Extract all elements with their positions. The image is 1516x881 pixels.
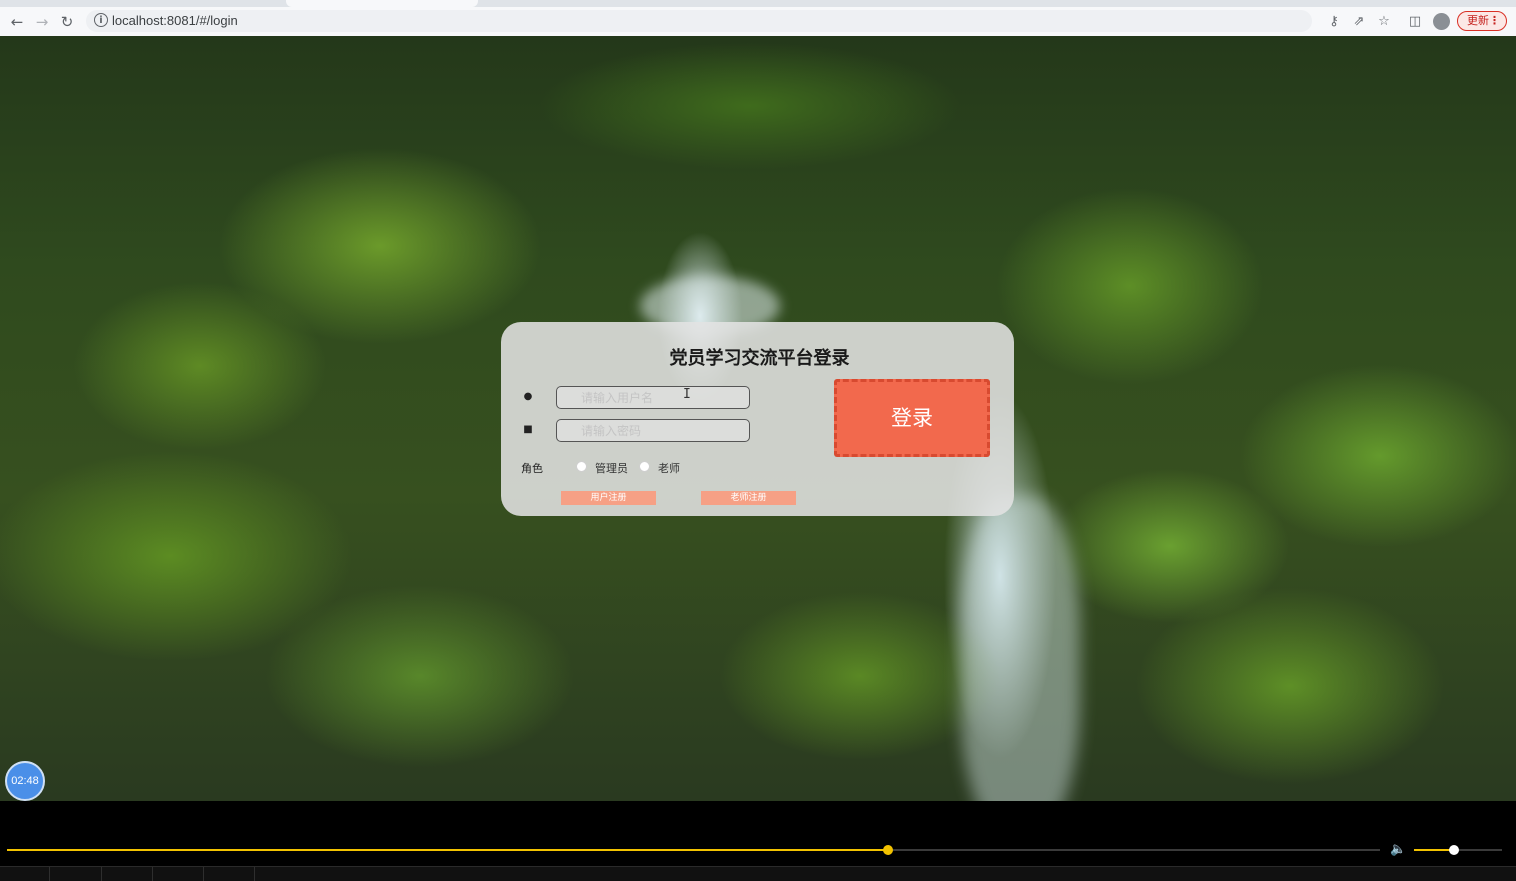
volume-handle[interactable]: [1448, 845, 1459, 855]
control-slot[interactable]: [204, 867, 255, 881]
back-icon[interactable]: ←: [7, 12, 27, 32]
control-slot[interactable]: [0, 867, 50, 881]
password-input[interactable]: [556, 419, 750, 442]
role-radio-teacher[interactable]: [639, 461, 650, 472]
stream: [960, 496, 1080, 801]
profile-icon[interactable]: [1433, 13, 1450, 30]
teacher-register-button[interactable]: 老师注册: [701, 491, 796, 505]
forward-icon[interactable]: →: [32, 12, 52, 32]
role-option-admin[interactable]: 管理员: [595, 460, 628, 476]
role-label: 角色: [521, 462, 543, 475]
control-slot[interactable]: [102, 867, 153, 881]
update-button[interactable]: 更新 ⋮: [1457, 11, 1507, 31]
sidepanel-icon[interactable]: ◫: [1405, 12, 1425, 32]
key-icon[interactable]: ⚷: [1324, 12, 1344, 32]
progress-track[interactable]: [7, 845, 1380, 855]
login-title: 党员学习交流平台登录: [669, 348, 850, 369]
text-cursor-icon: I: [683, 387, 691, 402]
star-icon[interactable]: ☆: [1374, 12, 1394, 32]
active-tab[interactable]: [286, 0, 478, 7]
control-slot[interactable]: [153, 867, 204, 881]
control-slot[interactable]: [50, 867, 102, 881]
user-icon: ●: [523, 391, 533, 402]
timer-badge[interactable]: 02:48: [5, 761, 45, 801]
user-register-button[interactable]: 用户注册: [561, 491, 656, 505]
share-icon[interactable]: ⇗: [1349, 12, 1369, 32]
address-bar[interactable]: i localhost:8081/#/login: [86, 10, 1312, 32]
browser-toolbar: ← → ↻ i localhost:8081/#/login ⚷ ⇗ ☆ ◫ 更…: [0, 7, 1516, 37]
menu-icon[interactable]: ⋮: [1489, 12, 1500, 29]
volume-icon[interactable]: 🔈: [1390, 842, 1408, 858]
username-input[interactable]: [556, 386, 750, 409]
url-text: localhost:8081/#/login: [112, 13, 238, 28]
info-icon[interactable]: i: [94, 13, 108, 27]
tab-strip: [0, 0, 1516, 7]
player-control-strip: [0, 866, 1516, 881]
progress-fill: [7, 849, 889, 851]
role-option-teacher[interactable]: 老师: [658, 460, 680, 476]
role-radio-admin[interactable]: [576, 461, 587, 472]
login-button[interactable]: 登录: [834, 379, 990, 457]
volume-fill: [1414, 849, 1454, 851]
reload-icon[interactable]: ↻: [57, 12, 77, 32]
update-label: 更新: [1467, 14, 1489, 27]
lock-icon: ■: [523, 424, 533, 435]
volume-track[interactable]: [1414, 845, 1502, 855]
